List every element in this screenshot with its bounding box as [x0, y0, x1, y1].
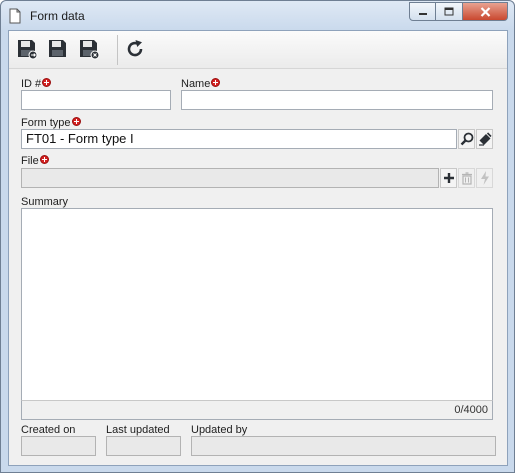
search-icon	[460, 132, 473, 146]
required-icon	[71, 117, 81, 126]
refresh-icon	[127, 40, 143, 57]
updated-by-field	[191, 436, 496, 456]
id-field[interactable]	[21, 90, 171, 110]
created-on-label: Created on	[21, 424, 76, 436]
created-on-field	[21, 436, 96, 456]
save-new-icon	[18, 40, 38, 60]
required-icon	[39, 155, 49, 164]
refresh-button[interactable]	[123, 37, 147, 61]
name-label: Name	[181, 78, 221, 90]
name-label-text: Name	[181, 78, 211, 90]
updated-by-label: Updated by	[191, 424, 248, 436]
form-data-window: Form data ID # Name Form type FT01 - For…	[0, 0, 515, 473]
required-icon	[211, 78, 221, 87]
clear-icon	[478, 132, 492, 146]
form-type-search-button[interactable]	[458, 129, 475, 149]
minimize-button[interactable]	[409, 2, 436, 21]
save-and-new-button[interactable]	[15, 37, 39, 61]
name-field[interactable]	[181, 90, 493, 110]
save-icon	[49, 40, 66, 57]
form-type-label: Form type	[21, 117, 81, 129]
close-icon	[480, 6, 490, 17]
toolbar-separator	[117, 35, 118, 65]
form-type-label-text: Form type	[21, 117, 71, 129]
delete-file-button[interactable]	[458, 168, 475, 188]
add-file-button[interactable]	[440, 168, 457, 188]
close-button[interactable]	[463, 2, 508, 21]
maximize-icon	[444, 7, 454, 16]
plus-icon	[443, 173, 454, 183]
file-label: File	[21, 155, 49, 167]
trash-icon	[461, 171, 472, 185]
summary-textarea[interactable]	[21, 208, 493, 420]
save-and-close-button[interactable]	[77, 37, 101, 61]
file-label-text: File	[21, 155, 39, 167]
last-updated-field	[106, 436, 181, 456]
maximize-button[interactable]	[436, 2, 463, 21]
file-field[interactable]	[21, 168, 439, 188]
last-updated-label: Last updated	[106, 424, 170, 436]
form-type-clear-button[interactable]	[476, 129, 493, 149]
document-icon	[9, 8, 21, 24]
save-button[interactable]	[46, 37, 70, 61]
form-type-field[interactable]: FT01 - Form type I	[21, 129, 457, 149]
id-label: ID #	[21, 78, 52, 90]
lightning-icon	[480, 171, 489, 185]
required-icon	[42, 78, 52, 87]
summary-label: Summary	[21, 196, 69, 208]
id-label-text: ID #	[21, 78, 42, 90]
window-title: Form data	[30, 9, 85, 23]
window-controls	[409, 2, 508, 21]
title-bar[interactable]: Form data	[1, 1, 514, 31]
file-action-button[interactable]	[476, 168, 493, 188]
toolbar	[9, 31, 507, 69]
minimize-icon	[418, 12, 427, 15]
client-area: ID # Name Form type FT01 - Form type I F…	[8, 30, 508, 466]
summary-character-counter: 0/4000	[21, 400, 493, 420]
save-close-icon	[80, 40, 100, 60]
